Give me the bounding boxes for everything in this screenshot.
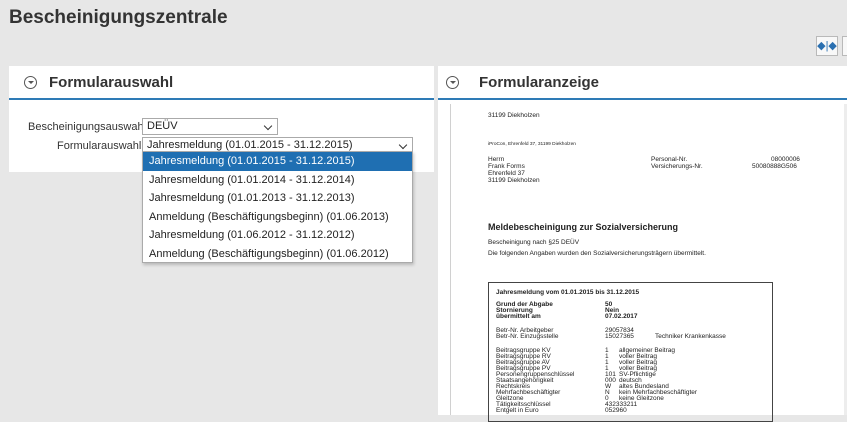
doc-row-label: übermittelt am: [496, 313, 541, 320]
doc-address-3: Ehrenfeld 37: [488, 170, 525, 177]
formularanzeige-header: Formularanzeige: [438, 66, 847, 100]
dropdown-option[interactable]: Jahresmeldung (01.01.2014 - 31.12.2014): [143, 171, 412, 190]
doc-top-line: 31199 Diekholzen: [488, 112, 540, 119]
bescheinigungsauswahl-value: DEÜV: [147, 120, 178, 132]
doc-line-1: Bescheinigung nach §25 DEÜV: [488, 239, 580, 246]
doc-line-2: Die folgenden Angaben wurden den Sozialv…: [488, 250, 706, 257]
doc-row-label: Betr-Nr. Einzugsstelle: [496, 333, 559, 340]
formularauswahl-title: Formularauswahl: [49, 74, 174, 91]
split-view-button[interactable]: ◆|◆: [816, 36, 838, 56]
split-view-icon: ◆|◆: [817, 40, 837, 52]
chevron-down-icon: [263, 121, 273, 131]
dropdown-option[interactable]: Anmeldung (Beschäftigungsbeginn) (01.06.…: [143, 208, 412, 227]
app-title: Bescheinigungszentrale: [9, 7, 228, 28]
doc-sender-line: iProCon, Ehrenfeld 37, 31199 Diekholzen: [488, 142, 576, 147]
doc-heading: Meldebescheinigung zur Sozialversicherun…: [488, 222, 679, 232]
dropdown-option[interactable]: Anmeldung (Beschäftigungsbeginn) (01.06.…: [143, 245, 412, 264]
doc-address-2: Frank Forms: [488, 163, 525, 170]
doc-address-4: 31199 Diekholzen: [488, 177, 540, 184]
collapse-icon[interactable]: [446, 76, 459, 89]
doc-row-extra: Techniker Krankenkasse: [655, 333, 726, 340]
formularauswahl-dropdown[interactable]: Jahresmeldung (01.01.2015 - 31.12.2015) …: [142, 151, 413, 263]
chevron-down-icon: [398, 140, 408, 150]
doc-personal-nr-label: Personal-Nr.: [651, 156, 688, 163]
bescheinigungsauswahl-select[interactable]: DEÜV: [142, 118, 278, 135]
formularauswahl-label: Formularauswahl:: [57, 140, 145, 152]
doc-versicherungs-nr-label: Versicherungs-Nr.: [651, 163, 703, 170]
doc-row-value: 07.02.2017: [605, 313, 638, 320]
doc-box-title: Jahresmeldung vom 01.01.2015 bis 31.12.2…: [496, 289, 640, 296]
bescheinigungsauswahl-label: Bescheinigungsauswahl:: [28, 121, 150, 133]
dropdown-option[interactable]: Jahresmeldung (01.01.2013 - 31.12.2013): [143, 189, 412, 208]
toolbar-button-partial[interactable]: [842, 36, 847, 56]
doc-data-box: Jahresmeldung vom 01.01.2015 bis 31.12.2…: [488, 282, 773, 422]
doc-address-1: Herrn: [488, 156, 505, 163]
doc-versicherungs-nr-value: 50080888G506: [752, 163, 797, 170]
doc-personal-nr-value: 08000006: [771, 156, 800, 163]
formularanzeige-title: Formularanzeige: [479, 74, 600, 91]
formularauswahl-header: Formularauswahl: [9, 66, 434, 100]
doc-row-value: 15027365: [605, 333, 634, 340]
dropdown-option[interactable]: Jahresmeldung (01.01.2015 - 31.12.2015): [143, 152, 412, 171]
collapse-icon[interactable]: [24, 76, 37, 89]
formularanzeige-panel: Formularanzeige 31199 Diekholzen iProCon…: [438, 66, 847, 422]
doc-row-value: 052960: [605, 407, 627, 414]
dropdown-option[interactable]: Jahresmeldung (01.06.2012 - 31.12.2012): [143, 226, 412, 245]
formularauswahl-value: Jahresmeldung (01.01.2015 - 31.12.2015): [147, 139, 353, 151]
doc-row-label: Entgelt in Euro: [496, 407, 539, 414]
document-preview[interactable]: 31199 Diekholzen iProCon, Ehrenfeld 37, …: [450, 104, 847, 422]
